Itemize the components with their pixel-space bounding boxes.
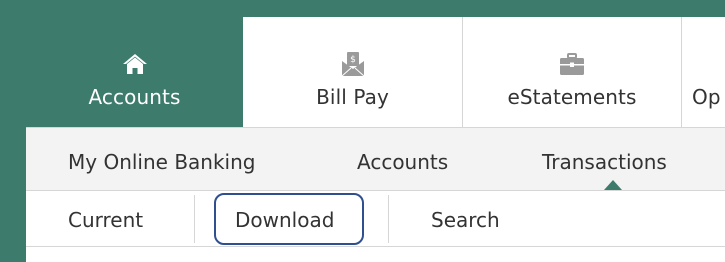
nav-tile-label: Accounts [88, 85, 181, 109]
secondary-navigation: My Online Banking Accounts Transactions [26, 127, 725, 191]
briefcase-icon [559, 51, 585, 77]
nav-tile-estatements[interactable]: eStatements [463, 17, 682, 127]
tertiary-navigation: Current Download Search [26, 191, 725, 247]
nav-tile-label: Bill Pay [316, 85, 389, 109]
bill-pay-icon: $ [341, 51, 365, 77]
nav-tile-accounts[interactable]: Accounts [26, 17, 243, 127]
svg-text:$: $ [350, 55, 356, 65]
home-icon [122, 51, 148, 77]
nav-tile-partial[interactable]: Op [682, 17, 725, 127]
active-indicator-caret [604, 180, 622, 190]
nav-tile-bill-pay[interactable]: $ Bill Pay [243, 17, 463, 127]
tab-search[interactable]: Search [431, 191, 500, 246]
tab-current[interactable]: Current [68, 191, 143, 246]
subnav-my-online-banking[interactable]: My Online Banking [68, 128, 255, 190]
banking-nav-panel: Accounts $ Bill Pay eStatements Op My On… [26, 17, 725, 262]
top-navigation: Accounts $ Bill Pay eStatements Op [26, 17, 725, 127]
nav-tile-label: eStatements [507, 85, 637, 109]
tab-download[interactable]: Download [235, 191, 334, 246]
subnav-accounts[interactable]: Accounts [357, 128, 448, 190]
nav-tile-label: Op [692, 85, 721, 109]
tab-divider [194, 195, 195, 243]
tab-divider [388, 195, 389, 243]
